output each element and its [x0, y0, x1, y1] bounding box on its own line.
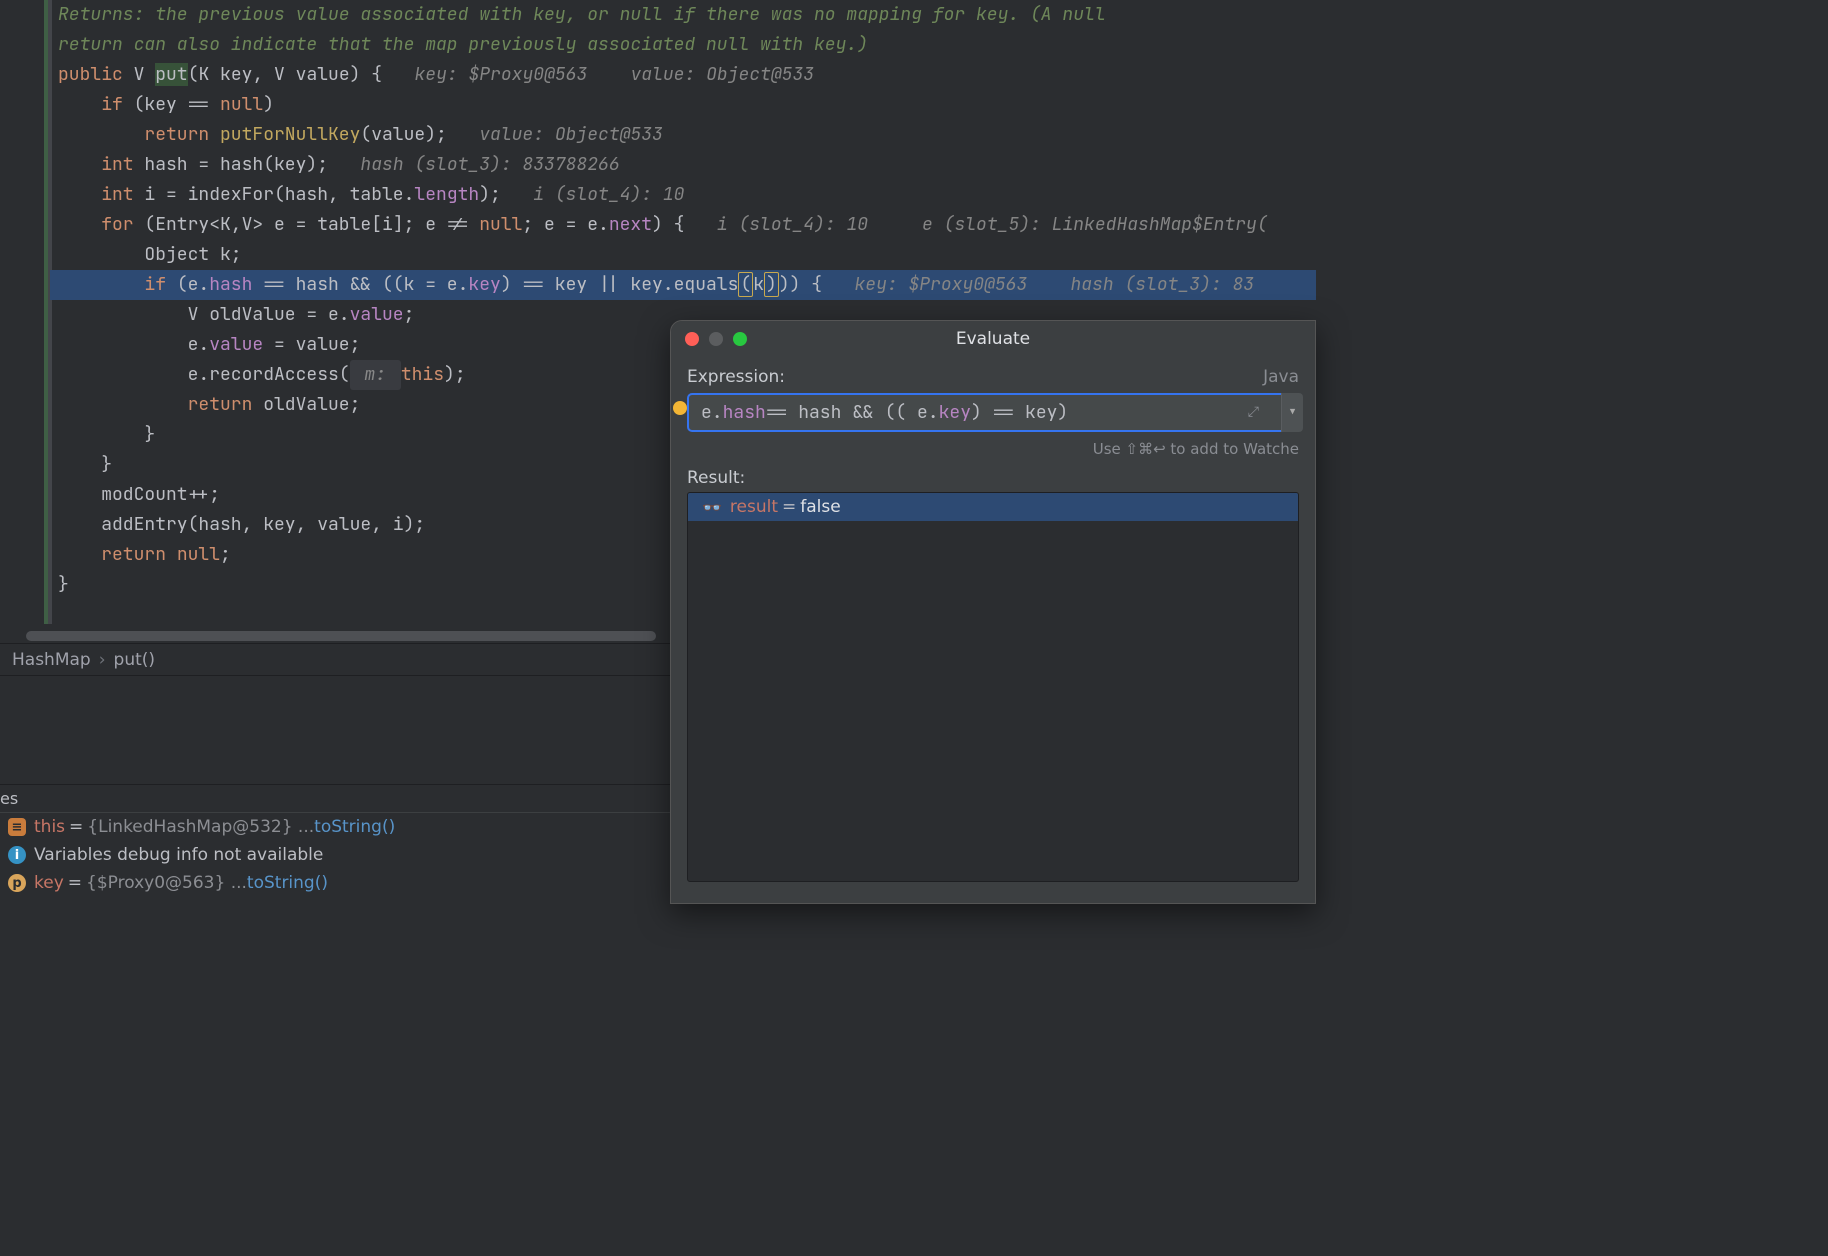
object-icon: ≡: [8, 818, 26, 836]
maximize-icon[interactable]: [733, 332, 747, 346]
result-tree[interactable]: 👓 result = false: [687, 492, 1299, 882]
tostring-link[interactable]: toString(): [247, 873, 328, 893]
breadcrumb-method[interactable]: put(): [114, 650, 156, 670]
dropdown-icon[interactable]: ▾: [1281, 393, 1303, 432]
inlay-hint: key: $Proxy0@563 value: Object@533: [414, 63, 814, 86]
evaluate-dialog[interactable]: Evaluate Expression: Java e.hash == hash…: [670, 320, 1316, 904]
tostring-link[interactable]: toString(): [314, 817, 395, 837]
chevron-right-icon: ›: [99, 650, 106, 670]
dialog-titlebar[interactable]: Evaluate: [671, 321, 1315, 357]
info-icon: i: [8, 846, 26, 864]
expression-label: Expression:: [687, 367, 785, 387]
param-icon: p: [8, 874, 26, 892]
close-icon[interactable]: [685, 332, 699, 346]
expand-icon[interactable]: ⤢: [1248, 403, 1259, 421]
result-row[interactable]: 👓 result = false: [688, 493, 1298, 521]
breadcrumb-class[interactable]: HashMap: [12, 650, 91, 670]
keyboard-hint: Use ⇧⌘↩ to add to Watche: [687, 440, 1299, 458]
highlighted-paren: ): [764, 272, 779, 297]
result-label: Result:: [687, 468, 1299, 488]
highlighted-paren: (: [738, 272, 753, 297]
language-label[interactable]: Java: [1263, 367, 1299, 387]
watch-icon: 👓: [702, 498, 722, 517]
execution-line: if (e.hash == hash && ((k = e.key) == ke…: [50, 270, 1316, 300]
minimize-icon[interactable]: [709, 332, 723, 346]
lightbulb-icon[interactable]: [673, 401, 687, 415]
expression-input[interactable]: e.hash == hash && (( e.key) == key) ⤢: [687, 393, 1299, 432]
dialog-title: Evaluate: [671, 329, 1315, 349]
param-hint: m:: [350, 360, 401, 390]
javadoc-line: Returns: the previous value associated w…: [58, 3, 1106, 26]
javadoc-line: return can also indicate that the map pr…: [58, 33, 868, 56]
method-name: put: [155, 63, 187, 86]
